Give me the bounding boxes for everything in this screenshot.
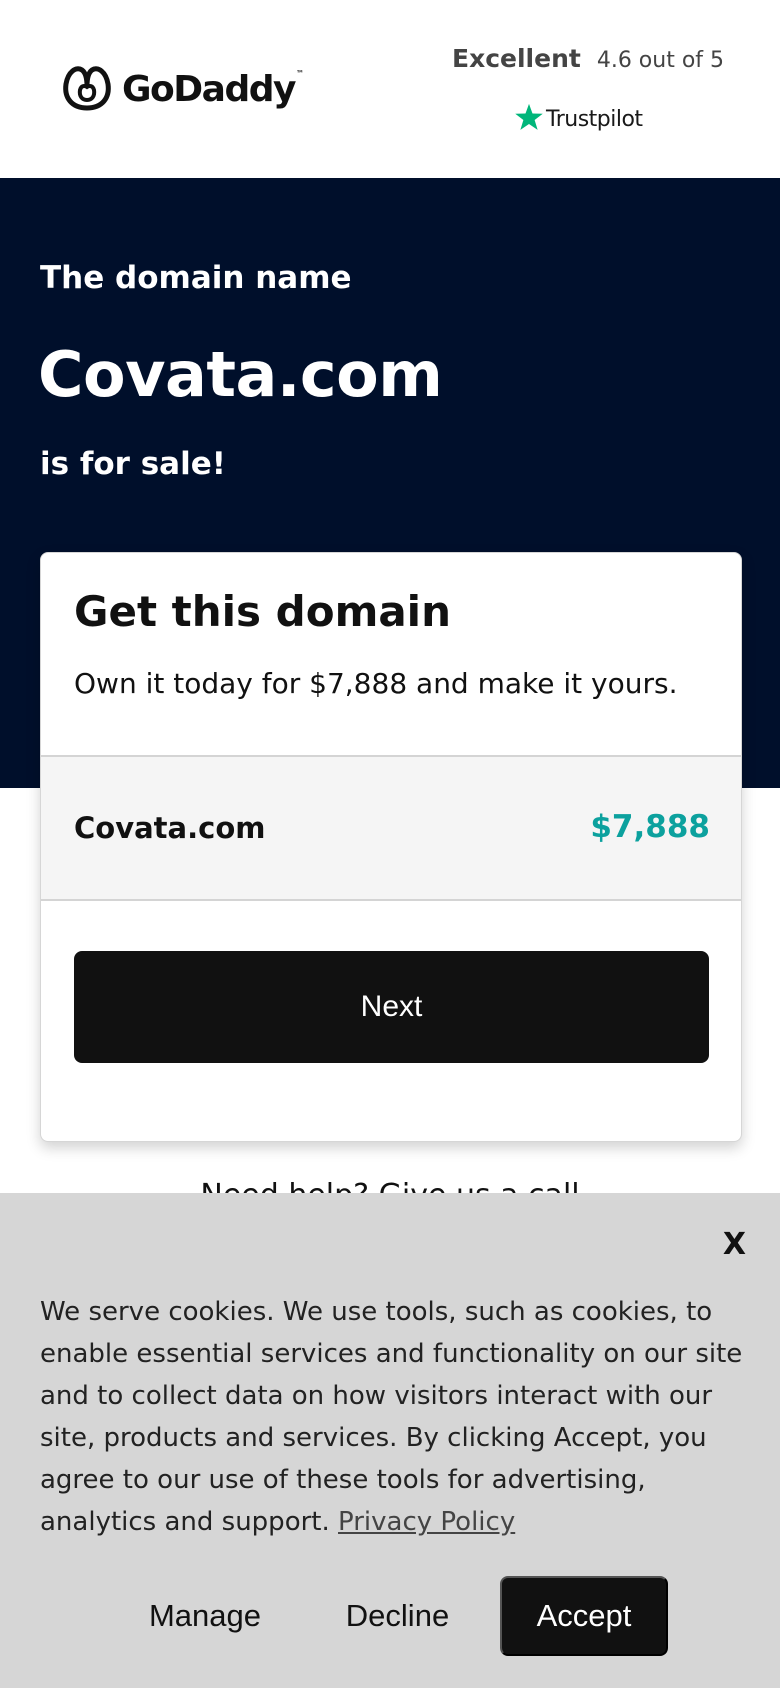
- accept-button[interactable]: Accept: [500, 1576, 668, 1656]
- next-button[interactable]: Next: [74, 951, 709, 1063]
- trustpilot-rating[interactable]: Excellent 4.6 out of 5 Trustpilot: [452, 44, 732, 132]
- cookie-message: We serve cookies. We use tools, such as …: [40, 1297, 743, 1537]
- godaddy-logo-text: GoDaddy™: [122, 68, 304, 110]
- manage-button[interactable]: Manage: [140, 1576, 270, 1656]
- rating-score: 4.6 out of 5: [596, 48, 725, 73]
- trustpilot-label: Trustpilot: [546, 106, 643, 132]
- price-domain: Covata.com: [74, 811, 266, 845]
- cookie-text: We serve cookies. We use tools, such as …: [40, 1291, 750, 1543]
- trustpilot-star-icon: [514, 102, 544, 136]
- godaddy-logo-icon: [60, 62, 114, 116]
- price-row: Covata.com $7,888: [41, 755, 741, 901]
- card-subtitle: Own it today for $7,888 and make it your…: [74, 667, 678, 700]
- cookie-banner: X We serve cookies. We use tools, such a…: [0, 1193, 780, 1688]
- hero-pretext: The domain name: [40, 260, 352, 296]
- card-title: Get this domain: [74, 587, 451, 636]
- privacy-policy-link[interactable]: Privacy Policy: [338, 1507, 515, 1537]
- rating-word: Excellent: [452, 44, 581, 73]
- decline-button[interactable]: Decline: [335, 1576, 460, 1656]
- close-icon[interactable]: X: [723, 1227, 746, 1262]
- hero-domain-name: Covata.com: [38, 338, 443, 411]
- hero-posttext: is for sale!: [40, 446, 226, 482]
- cookie-actions: Manage Decline Accept: [0, 1576, 780, 1656]
- price-value: $7,888: [590, 809, 710, 845]
- purchase-card: Get this domain Own it today for $7,888 …: [40, 552, 742, 1142]
- godaddy-logo[interactable]: GoDaddy™: [60, 62, 304, 116]
- site-header: GoDaddy™ Excellent 4.6 out of 5 Trustpil…: [0, 0, 780, 178]
